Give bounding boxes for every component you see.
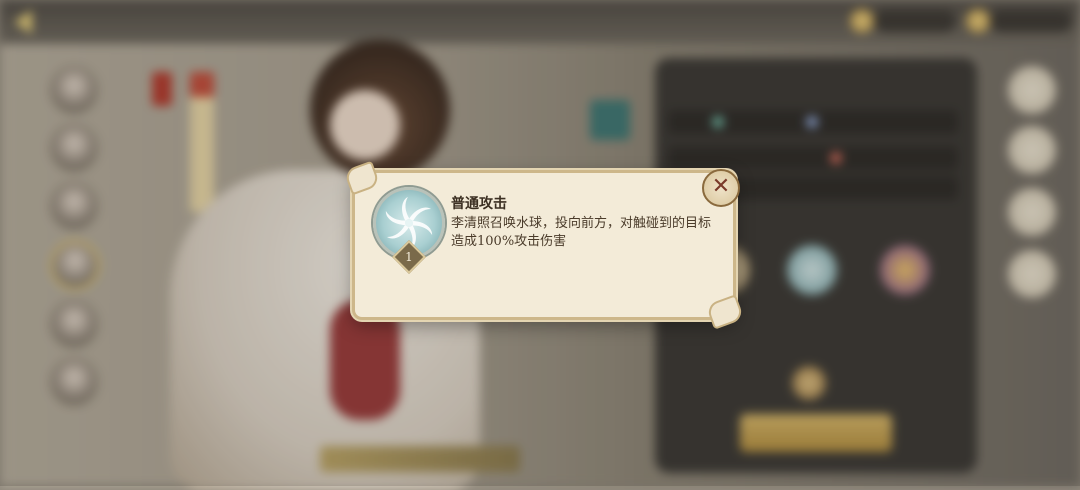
skill-info-popup: 1 普通攻击 李清照召唤水球，投向前方，对触碰到的目标造成100%攻击伤害 ✕ bbox=[343, 160, 745, 330]
skill-level: 1 bbox=[405, 250, 413, 264]
skill-name: 普通攻击 bbox=[451, 196, 507, 212]
close-x-icon[interactable]: ✕ bbox=[702, 169, 740, 207]
skill-description: 李清照召唤水球，投向前方，对触碰到的目标造成100%攻击伤害 bbox=[451, 216, 712, 249]
